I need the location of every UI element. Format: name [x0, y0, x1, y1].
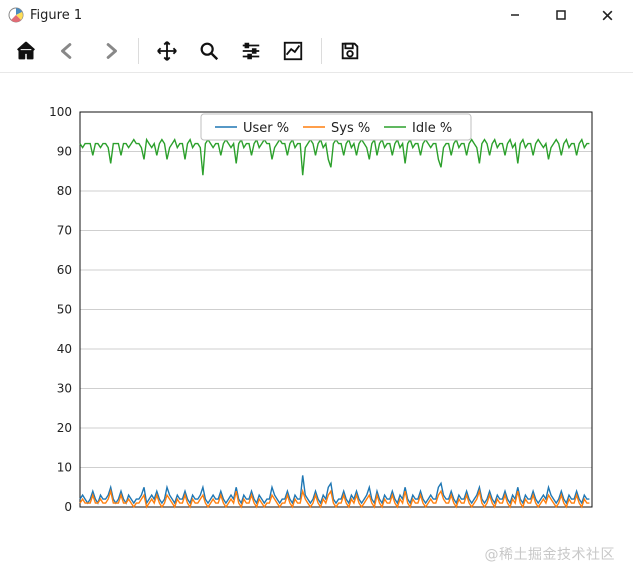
title-left: Figure 1 [8, 7, 82, 23]
subplots-button[interactable] [231, 33, 271, 69]
legend-label: Sys % [331, 121, 370, 136]
svg-text:0: 0 [64, 500, 72, 514]
svg-text:20: 20 [56, 421, 71, 435]
svg-text:80: 80 [56, 184, 71, 198]
svg-text:70: 70 [56, 224, 71, 238]
svg-text:10: 10 [56, 461, 71, 475]
sliders-icon [240, 40, 262, 62]
line-chart: 0 10 20 30 40 50 60 70 80 90 100 User % Sys % Idle % [12, 72, 622, 552]
home-icon [15, 40, 37, 62]
plot-area[interactable]: 0 10 20 30 40 50 60 70 80 90 100 User % Sys % Idle % [0, 72, 633, 574]
maximize-button[interactable] [541, 1, 581, 29]
zoom-button[interactable] [189, 33, 229, 69]
title-bar: Figure 1 [0, 0, 633, 30]
svg-text:100: 100 [49, 105, 72, 119]
pan-icon [156, 40, 178, 62]
forward-button[interactable] [90, 33, 130, 69]
svg-text:40: 40 [56, 342, 71, 356]
legend-label: User % [243, 121, 289, 136]
axes-button[interactable] [273, 33, 313, 69]
save-button[interactable] [330, 33, 370, 69]
pan-button[interactable] [147, 33, 187, 69]
toolbar-separator [321, 38, 322, 64]
matplotlib-icon [8, 7, 24, 23]
home-button[interactable] [6, 33, 46, 69]
minimize-button[interactable] [495, 1, 535, 29]
back-button[interactable] [48, 33, 88, 69]
svg-text:90: 90 [56, 145, 71, 159]
legend-label: Idle % [412, 121, 452, 136]
window-title: Figure 1 [30, 8, 82, 23]
toolbar-separator [138, 38, 139, 64]
save-icon [339, 40, 361, 62]
svg-text:60: 60 [56, 263, 71, 277]
figure-window: Figure 1 [0, 0, 633, 574]
zoom-icon [198, 40, 220, 62]
toolbar [0, 30, 633, 73]
close-button[interactable] [587, 1, 627, 29]
svg-text:30: 30 [56, 382, 71, 396]
back-icon [57, 40, 79, 62]
chart-line-icon [282, 40, 304, 62]
window-buttons [495, 1, 627, 29]
svg-text:50: 50 [56, 303, 71, 317]
forward-icon [99, 40, 121, 62]
